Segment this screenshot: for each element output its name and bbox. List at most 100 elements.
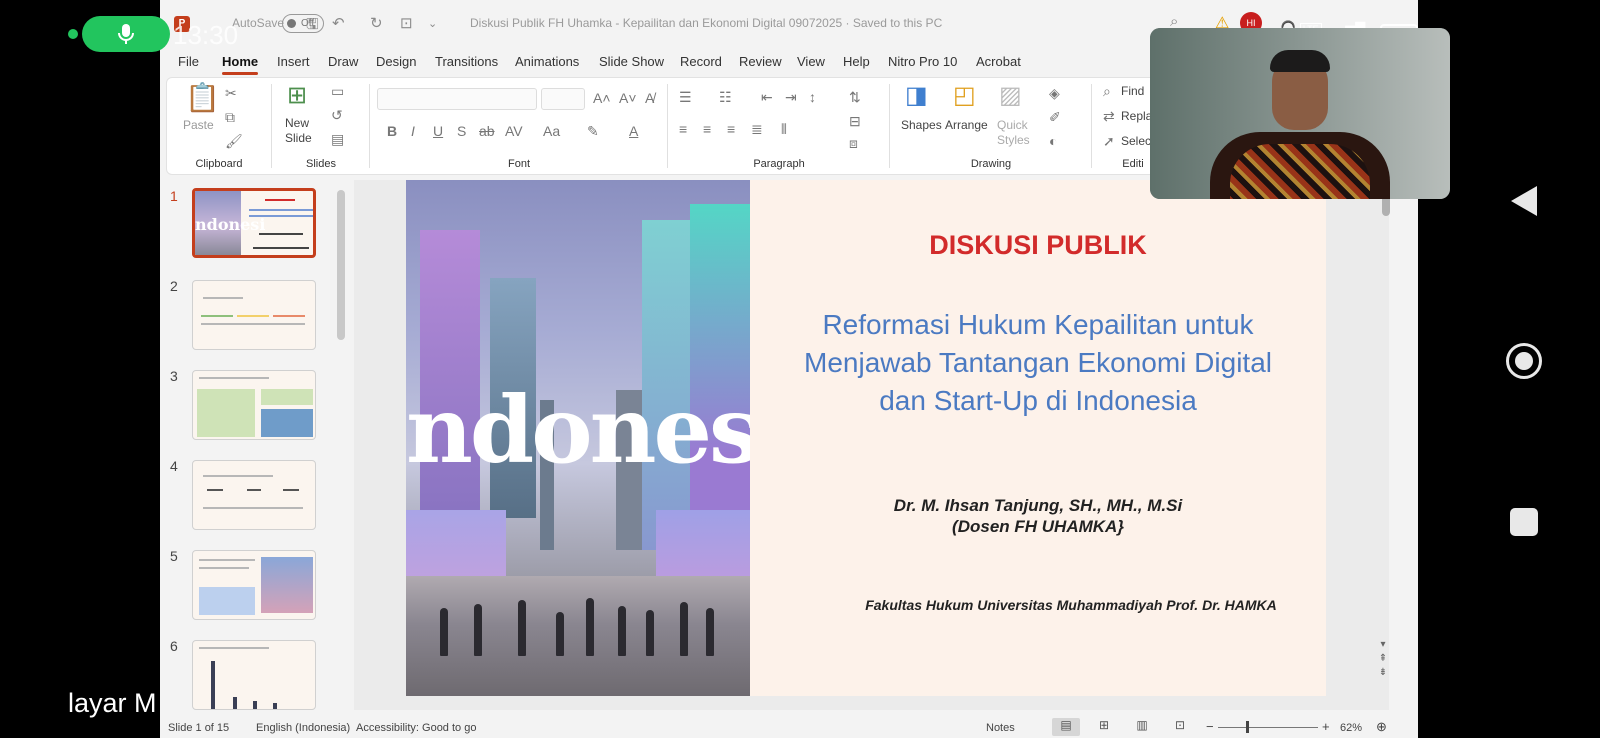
shape-effects-icon[interactable]: ◐ bbox=[1049, 134, 1057, 148]
layout-icon[interactable]: ▭ bbox=[331, 84, 344, 98]
slide-heading[interactable]: DISKUSI PUBLIK bbox=[750, 230, 1326, 261]
document-title[interactable]: Diskusi Publik FH Uhamka - Kepailitan da… bbox=[470, 16, 950, 30]
align-right-icon[interactable]: ≡ bbox=[727, 122, 735, 136]
redo-icon[interactable]: ↻ bbox=[370, 14, 383, 32]
paste-icon[interactable]: 📋 bbox=[185, 84, 220, 112]
tab-animations[interactable]: Animations bbox=[515, 54, 579, 69]
bullets-icon[interactable]: ☰ bbox=[679, 90, 692, 104]
decrease-indent-icon[interactable]: ⇤ bbox=[761, 90, 773, 104]
tab-design[interactable]: Design bbox=[376, 54, 416, 69]
italic-icon[interactable]: I bbox=[411, 124, 415, 138]
zoom-level[interactable]: 62% bbox=[1340, 722, 1362, 734]
strikethrough-icon[interactable]: ab bbox=[479, 124, 495, 138]
zoom-out-icon[interactable]: − bbox=[1206, 719, 1214, 734]
thumbnail-slide-4[interactable] bbox=[192, 460, 316, 530]
tab-file[interactable]: File bbox=[178, 54, 199, 69]
copy-icon[interactable]: ⧉ bbox=[225, 110, 235, 124]
align-center-icon[interactable]: ≡ bbox=[703, 122, 711, 136]
thumbnail-slide-6[interactable] bbox=[192, 640, 316, 710]
tab-nitro-pro[interactable]: Nitro Pro 10 bbox=[888, 54, 957, 69]
font-size-combo[interactable] bbox=[541, 88, 585, 110]
format-painter-icon[interactable]: 🖌 bbox=[225, 134, 243, 148]
zoom-slider-thumb[interactable] bbox=[1246, 721, 1249, 733]
shapes-icon[interactable]: ◨ bbox=[905, 84, 928, 108]
fit-slide-icon[interactable]: ⊕ bbox=[1376, 719, 1387, 735]
slide-nav-arrows[interactable]: ▾ ⇞ ⇟ bbox=[1376, 638, 1390, 680]
font-name-combo[interactable] bbox=[377, 88, 537, 110]
participant-video[interactable] bbox=[1150, 28, 1450, 199]
recent-apps-icon[interactable] bbox=[1510, 508, 1538, 536]
new-slide-icon[interactable]: ⊞ bbox=[287, 84, 307, 108]
arrange-icon[interactable]: ◰ bbox=[953, 84, 976, 108]
thumbnail-slide-5[interactable] bbox=[192, 550, 316, 620]
zoom-in-icon[interactable]: + bbox=[1322, 719, 1330, 734]
font-color-icon[interactable]: A bbox=[629, 124, 638, 138]
select-icon[interactable]: ➚ bbox=[1103, 134, 1115, 148]
tab-record[interactable]: Record bbox=[680, 54, 722, 69]
slide-author[interactable]: Dr. M. Ihsan Tanjung, SH., MH., M.Si (Do… bbox=[750, 495, 1326, 537]
thumbnail-slide-1[interactable]: ndonesi bbox=[192, 188, 316, 258]
justify-icon[interactable]: ≣ bbox=[751, 122, 763, 136]
thumbnails-scrollbar[interactable] bbox=[337, 190, 345, 340]
back-icon[interactable] bbox=[1511, 186, 1537, 216]
present-icon[interactable]: ⊡ bbox=[400, 14, 413, 32]
smartart-icon[interactable]: ⧈ bbox=[849, 136, 858, 150]
align-left-icon[interactable]: ≡ bbox=[679, 122, 687, 136]
quick-styles-icon[interactable]: ▨ bbox=[999, 84, 1022, 108]
zoom-slider[interactable] bbox=[1218, 727, 1318, 728]
notes-button[interactable]: Notes bbox=[986, 722, 1015, 734]
bold-icon[interactable]: B bbox=[387, 124, 397, 138]
columns-icon[interactable]: ⫴ bbox=[781, 122, 787, 136]
replace-label[interactable]: Repla bbox=[1121, 109, 1152, 123]
new-slide-label[interactable]: New Slide bbox=[285, 116, 325, 146]
tab-acrobat[interactable]: Acrobat bbox=[976, 54, 1021, 69]
section-icon[interactable]: ▤ bbox=[331, 132, 344, 146]
arrange-label[interactable]: Arrange bbox=[945, 118, 988, 132]
increase-indent-icon[interactable]: ⇥ bbox=[785, 90, 797, 104]
slideshow-view-icon[interactable]: ⊡ bbox=[1166, 718, 1194, 736]
clear-format-icon[interactable]: A̸ bbox=[645, 91, 654, 105]
reset-icon[interactable]: ↺ bbox=[331, 108, 343, 122]
quick-styles-label[interactable]: Quick Styles bbox=[997, 118, 1037, 148]
slide-title[interactable]: Reformasi Hukum Kepailitan untuk Menjawa… bbox=[750, 306, 1326, 420]
tab-insert[interactable]: Insert bbox=[277, 54, 310, 69]
tab-view[interactable]: View bbox=[797, 54, 825, 69]
tab-help[interactable]: Help bbox=[843, 54, 870, 69]
find-icon[interactable]: ⌕ bbox=[1103, 84, 1111, 98]
undo-icon[interactable]: ↶ bbox=[332, 14, 345, 32]
change-case-icon[interactable]: Aa bbox=[543, 124, 560, 138]
thumbnail-slide-3[interactable] bbox=[192, 370, 316, 440]
language-indicator[interactable]: English (Indonesia) bbox=[256, 722, 350, 734]
paste-label[interactable]: Paste bbox=[183, 118, 214, 132]
shadow-icon[interactable]: S bbox=[457, 124, 466, 138]
slide-faculty[interactable]: Fakultas Hukum Universitas Muhammadiyah … bbox=[826, 597, 1316, 613]
underline-icon[interactable]: U bbox=[433, 124, 443, 138]
current-slide[interactable]: ndonesi DISKUSI PUBLIK Reformasi Hukum K… bbox=[406, 180, 1326, 696]
shape-outline-icon[interactable]: ✐ bbox=[1049, 110, 1061, 124]
increase-font-icon[interactable]: A˄ bbox=[593, 91, 611, 105]
shape-fill-icon[interactable]: ◈ bbox=[1049, 86, 1060, 100]
thumbnail-slide-2[interactable] bbox=[192, 280, 316, 350]
highlight-icon[interactable]: ✎ bbox=[587, 124, 599, 138]
cut-icon[interactable]: ✂ bbox=[225, 86, 237, 100]
tab-review[interactable]: Review bbox=[739, 54, 782, 69]
tab-transitions[interactable]: Transitions bbox=[435, 54, 498, 69]
tab-slide-show[interactable]: Slide Show bbox=[599, 54, 664, 69]
shapes-label[interactable]: Shapes bbox=[901, 118, 942, 132]
text-direction-icon[interactable]: ⇅ bbox=[849, 90, 861, 104]
tab-home[interactable]: Home bbox=[222, 54, 259, 75]
reading-view-icon[interactable]: ▥ bbox=[1128, 718, 1156, 736]
save-icon[interactable]: 🖫 bbox=[306, 14, 319, 39]
accessibility-status[interactable]: Accessibility: Good to go bbox=[356, 722, 476, 734]
home-icon[interactable] bbox=[1506, 343, 1542, 379]
line-spacing-icon[interactable]: ↕ bbox=[809, 90, 816, 104]
char-spacing-icon[interactable]: AV bbox=[505, 124, 523, 138]
microphone-indicator[interactable] bbox=[82, 16, 170, 52]
decrease-font-icon[interactable]: A˅ bbox=[619, 91, 637, 105]
slide-sorter-icon[interactable]: ⊞ bbox=[1090, 718, 1118, 736]
align-text-icon[interactable]: ⊟ bbox=[849, 114, 861, 128]
customize-toolbar-icon[interactable]: ⌄ bbox=[428, 17, 437, 30]
tab-draw[interactable]: Draw bbox=[328, 54, 358, 69]
find-label[interactable]: Find bbox=[1121, 84, 1144, 98]
replace-icon[interactable]: ⇄ bbox=[1103, 109, 1115, 123]
